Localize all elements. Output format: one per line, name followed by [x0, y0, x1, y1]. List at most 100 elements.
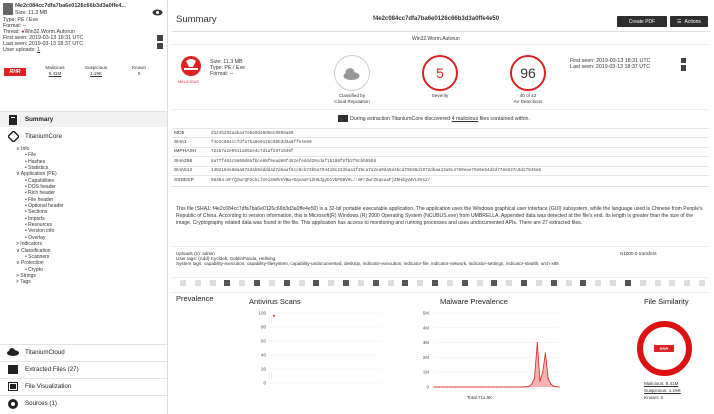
capability-icon[interactable] [624, 280, 631, 286]
capability-icon[interactable] [461, 280, 468, 286]
data-point [493, 386, 495, 388]
capability-icon[interactable] [298, 280, 305, 286]
uploads-link[interactable]: 1 [37, 47, 40, 53]
antivirus-chart: 100 80 60 40 20 0 [258, 311, 381, 386]
capability-icon[interactable] [491, 280, 498, 286]
hash-value[interactable]: f4e2c084cc7dfa7ba6e0126c66b3d3a0ffe4e50 [209, 137, 709, 148]
malicious-count[interactable]: 8.41M [44, 71, 66, 77]
capability-icon[interactable] [550, 280, 557, 286]
severity-label: Severity [431, 93, 449, 98]
nav-visualization-label: File Visualization [25, 383, 72, 390]
capability-icon[interactable] [565, 280, 572, 286]
capability-icon[interactable] [268, 280, 275, 286]
nav-visualization[interactable]: File Visualization [0, 378, 167, 394]
capability-icon[interactable] [684, 280, 691, 286]
data-point [558, 386, 560, 388]
capability-icon[interactable] [476, 280, 483, 286]
suspicious-count[interactable]: 1.19K [82, 71, 110, 77]
capability-icon[interactable] [194, 280, 201, 286]
capability-icon[interactable] [283, 280, 290, 286]
capability-icon[interactable] [417, 280, 424, 286]
hash-value[interactable]: d124b293a4ba47ebe9d40d5ec9995a80 [209, 127, 709, 138]
transfers: N1000.0 transfers [620, 251, 657, 256]
capability-icon[interactable] [180, 280, 186, 286]
capability-icon[interactable] [328, 280, 335, 286]
sources-icon [7, 398, 19, 409]
known-count: 0 [137, 71, 141, 76]
data-point [447, 386, 449, 388]
extraction-link[interactable]: 4 malicious [452, 116, 479, 122]
hash-value[interactable]: 98304:mFrQzwrQP2ckLlVeiSmOVeVBw+GqsaaF1Z… [209, 174, 709, 185]
capability-icon[interactable] [521, 280, 528, 286]
create-pdf-button[interactable]: Create PDF [617, 16, 667, 27]
capability-icon[interactable] [432, 280, 439, 286]
hash-value[interactable]: 8a77f461c5600d8afbce88f6ead66f452efeddd2… [209, 156, 709, 167]
capability-icon[interactable] [654, 280, 661, 286]
capability-icon[interactable] [610, 280, 617, 286]
nav-titaniumcore[interactable]: TitaniumCore [0, 128, 167, 144]
data-point [514, 386, 517, 388]
data-point [273, 314, 275, 317]
trash-icon[interactable] [681, 65, 686, 71]
hash-row: SHA512 1402104e88aa87a3ab0dddd4d7d6aaf8cc… [172, 165, 709, 176]
capability-icon[interactable] [402, 280, 409, 286]
trash-icon[interactable] [157, 43, 163, 49]
data-point [468, 386, 470, 388]
capability-icon[interactable] [357, 280, 364, 286]
capability-icon[interactable] [254, 280, 261, 286]
nav-sources[interactable]: Sources (1) [0, 395, 167, 411]
capability-icon[interactable] [209, 280, 216, 286]
capability-icon[interactable] [506, 280, 513, 286]
capability-icon[interactable] [639, 280, 646, 286]
y-tick-label: 4M [423, 325, 430, 330]
hash-key: IMPHASH [172, 146, 209, 157]
data-point [463, 386, 465, 388]
capability-icon[interactable] [669, 280, 676, 286]
capability-icon[interactable] [313, 280, 320, 286]
system-tags[interactable]: System tags: capability-execution, capab… [176, 261, 596, 267]
hash-value[interactable]: 1402104e88aa87a3ab0dddd4d7d6aaf8cc6cb73b… [209, 165, 709, 176]
file-name[interactable]: f4e2c084cc7dfa7ba6e0126c66b3d3a0ffe4... [15, 3, 126, 9]
tree-item[interactable]: ∨ Application (PE) [16, 171, 64, 177]
av-of: 40 of 42 [519, 93, 537, 98]
cloud-classified-label: Classified by [338, 93, 366, 98]
capability-icon[interactable] [446, 280, 453, 286]
actions-button[interactable]: ☰ Actions [670, 16, 708, 27]
nav-extracted[interactable]: Extracted Files (27) [0, 361, 167, 377]
data-point [476, 386, 479, 388]
capability-icon[interactable] [239, 280, 246, 286]
known-label: Known [131, 65, 147, 70]
card-last-seen: Last seen: 2019-03-13 18:37 UTC [570, 64, 651, 70]
data-point [460, 386, 462, 388]
data-point [498, 386, 500, 388]
y-tick-label: 40 [261, 353, 267, 358]
y-tick-label: 0 [426, 385, 429, 390]
tree-item[interactable]: > Tags [16, 279, 64, 285]
visualization-icon [7, 382, 19, 392]
hash-value[interactable]: 721b7a2e0911a652e4c7d1af2971046f [209, 146, 709, 157]
page-title: Summary [176, 14, 217, 25]
hash-row: IMPHASH 721b7a2e0911a652e4c7d1af2971046f [172, 146, 709, 157]
capability-icon[interactable] [595, 280, 602, 286]
capability-icon[interactable] [372, 280, 379, 286]
similarity-known: Known: 0 [644, 395, 664, 400]
data-point [533, 377, 536, 379]
hash-table: MD5 d124b293a4ba47ebe9d40d5ec9995a80 SHA1 f… [172, 127, 709, 185]
data-point [525, 386, 527, 388]
nav-sources-label: Sources (1) [25, 400, 57, 407]
capability-icon-strip [180, 280, 705, 288]
eye-icon[interactable] [152, 3, 163, 16]
capability-icon[interactable] [698, 280, 705, 286]
capability-icon[interactable] [387, 280, 394, 286]
capability-icon[interactable] [343, 280, 350, 286]
nav-titaniumcloud[interactable]: TitaniumCloud [0, 344, 167, 359]
capability-icon[interactable] [580, 280, 587, 286]
similarity-suspicious[interactable]: Suspicious: 1.19K [644, 388, 681, 394]
nav-summary[interactable]: Summary [0, 111, 167, 127]
malware-total: Total:711.6K [467, 395, 493, 400]
capability-icon[interactable] [535, 280, 542, 286]
uploads-label: User uploads: [3, 47, 36, 53]
capability-icon[interactable] [224, 280, 231, 286]
nav-titaniumcloud-label: TitaniumCloud [25, 348, 65, 356]
similarity-malicious[interactable]: Malicious: 8.41M [644, 381, 678, 387]
